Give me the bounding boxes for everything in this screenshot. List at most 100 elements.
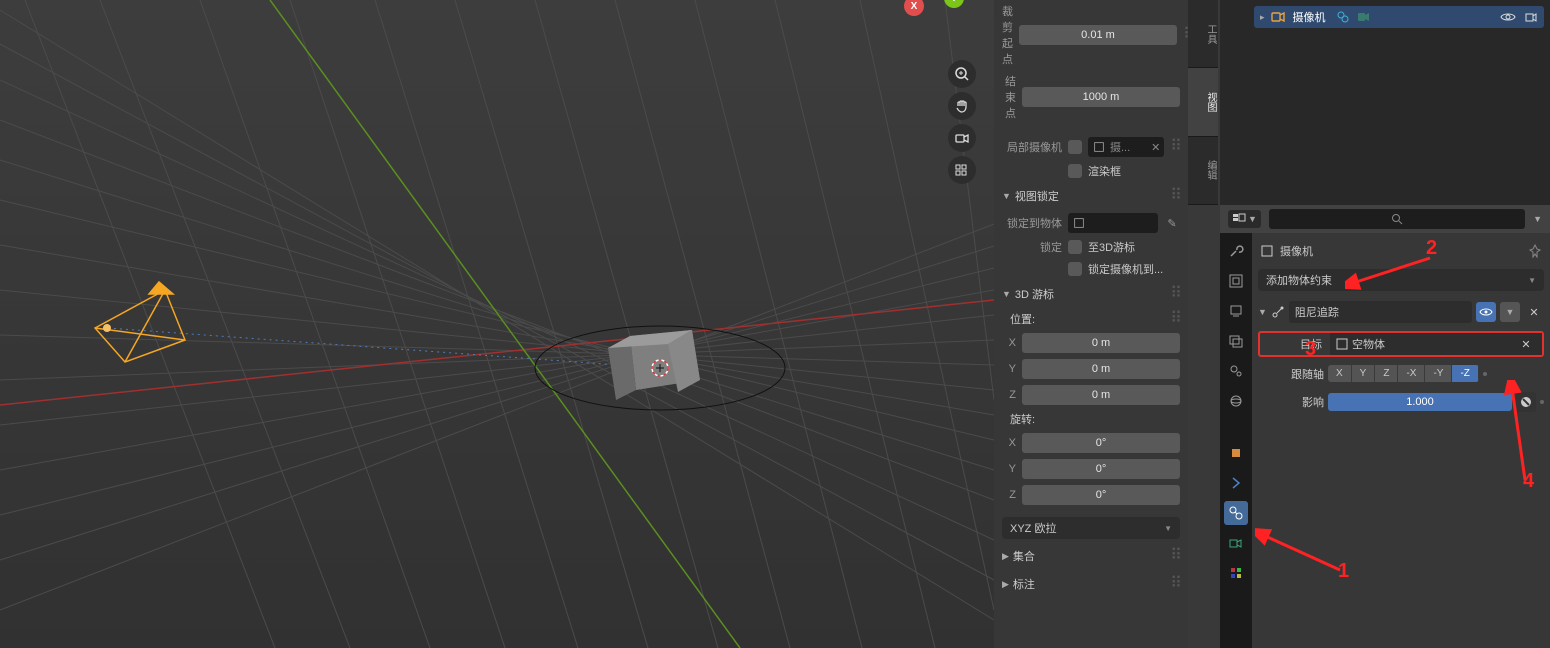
viewport-3d[interactable]: X Y — [0, 0, 994, 648]
cursor-rx[interactable] — [1022, 433, 1180, 453]
target-picker[interactable]: 空物体 ✕ — [1330, 333, 1542, 355]
constraint-extras-icon[interactable]: ▼ — [1500, 302, 1520, 322]
camera-view-icon[interactable] — [948, 124, 976, 152]
editor-type-selector[interactable]: ▼ — [1228, 210, 1261, 228]
options-dropdown-icon[interactable]: ▼ — [1533, 214, 1542, 224]
pin-icon[interactable] — [1528, 244, 1542, 258]
constraint-mute-icon[interactable] — [1476, 302, 1496, 322]
lock-cursor-checkbox[interactable] — [1068, 240, 1082, 254]
constraint-name-field[interactable]: 阻尼追踪 — [1289, 301, 1472, 323]
navigation-gizmo[interactable]: X Y — [914, 0, 974, 48]
keyframe-dot[interactable] — [1540, 400, 1544, 404]
constraint-link-icon — [1336, 10, 1350, 24]
constraint-close-icon[interactable]: ✕ — [1524, 302, 1544, 322]
ptab-data[interactable] — [1224, 531, 1248, 555]
pan-hand-icon[interactable] — [948, 92, 976, 120]
render-visibility-icon[interactable] — [1524, 10, 1538, 24]
clip-end-input[interactable] — [1022, 87, 1180, 107]
visibility-icon[interactable] — [1500, 11, 1516, 23]
lock-camera-checkbox[interactable] — [1068, 262, 1082, 276]
ptab-output[interactable] — [1224, 299, 1248, 323]
collection-section-header[interactable]: ▶ 集合 ⠿ — [994, 542, 1188, 570]
eyedropper-icon[interactable]: ✎ — [1164, 217, 1180, 230]
ptab-render[interactable] — [1224, 269, 1248, 293]
axis-x-button[interactable]: X — [1328, 365, 1352, 382]
outliner[interactable]: ▸ 摄像机 — [1220, 0, 1550, 205]
clip-start-input[interactable] — [1019, 25, 1177, 45]
ptab-world[interactable] — [1224, 389, 1248, 413]
constraint-header: ▼ 阻尼追踪 ▼ ✕ — [1258, 301, 1544, 323]
local-camera-label: 局部摄像机 — [1002, 139, 1062, 155]
object-icon — [1072, 216, 1086, 230]
viewport-grid — [0, 0, 994, 648]
track-axis-row: 跟随轴 X Y Z -X -Y -Z — [1258, 365, 1544, 382]
axis-ny-button[interactable]: -Y — [1425, 365, 1452, 382]
cursor-ry[interactable] — [1022, 459, 1180, 479]
outliner-item-label: 摄像机 — [1293, 9, 1326, 25]
close-icon[interactable]: ✕ — [1151, 141, 1160, 154]
ptab-object[interactable] — [1224, 441, 1248, 465]
track-axis-buttons: X Y Z -X -Y -Z — [1328, 365, 1479, 382]
zoom-icon[interactable] — [948, 60, 976, 88]
target-value: 空物体 — [1352, 336, 1385, 352]
ptab-tool[interactable] — [1224, 239, 1248, 263]
driver-icon[interactable] — [1516, 392, 1536, 412]
viewport-controls — [948, 60, 976, 184]
properties-body: 摄像机 添加物体约束▼ ▼ 阻尼追踪 ▼ ✕ 目标 空物体 ✕ 跟随轴 X Y … — [1252, 233, 1550, 648]
add-constraint-dropdown[interactable]: 添加物体约束▼ — [1258, 269, 1544, 291]
default-cube — [608, 330, 700, 400]
constraint-track-icon — [1271, 305, 1285, 319]
tab-view[interactable]: 视图 — [1188, 68, 1218, 136]
object-icon — [1260, 244, 1274, 258]
rotation-mode-dropdown[interactable]: XYZ 欧拉▼ — [1002, 517, 1180, 539]
object-icon — [1092, 140, 1106, 154]
axis-y-ball[interactable]: Y — [944, 0, 964, 8]
axis-z-button[interactable]: Z — [1375, 365, 1398, 382]
ptab-texture[interactable] — [1224, 561, 1248, 585]
ptab-modifier[interactable] — [1224, 471, 1248, 495]
local-camera-checkbox[interactable] — [1068, 140, 1082, 154]
properties-header: ▼ ▼ — [1220, 205, 1550, 233]
keyframe-dot[interactable] — [1483, 372, 1487, 376]
cursor-x[interactable] — [1022, 333, 1180, 353]
cursor-rz[interactable] — [1022, 485, 1180, 505]
chevron-down-icon[interactable]: ▼ — [1258, 307, 1267, 317]
influence-row: 影响 1.000 — [1258, 392, 1544, 412]
tab-edit[interactable]: 编辑 — [1188, 137, 1218, 205]
render-border-checkbox[interactable] — [1068, 164, 1082, 178]
influence-slider[interactable]: 1.000 — [1328, 393, 1512, 411]
n-panel: 裁剪起点 ⠿ 结束点 局部摄像机 摄... ✕ ⠿ 渲染框 ▼ 视图锁定 ⠿ 锁… — [994, 0, 1188, 648]
breadcrumb-label: 摄像机 — [1280, 243, 1313, 259]
annotation-section-header[interactable]: ▶ 标注 ⠿ — [994, 570, 1188, 598]
outliner-item-camera[interactable]: ▸ 摄像机 — [1254, 6, 1544, 28]
clip-end-label: 结束点 — [1002, 73, 1016, 121]
cursor-z[interactable] — [1022, 385, 1180, 405]
drag-grip-icon[interactable]: ⠿ — [1170, 143, 1180, 151]
tab-tool[interactable]: 工具 — [1188, 0, 1218, 68]
close-icon[interactable]: ✕ — [1516, 338, 1536, 351]
ptab-constraints[interactable] — [1224, 501, 1248, 525]
clip-start-label: 裁剪起点 — [1002, 3, 1013, 67]
expand-icon[interactable]: ▸ — [1260, 12, 1265, 23]
render-border-label: 渲染框 — [1088, 163, 1121, 179]
camera-icon — [1271, 10, 1287, 24]
ortho-view-icon[interactable] — [948, 156, 976, 184]
axis-nz-button[interactable]: -Z — [1452, 365, 1478, 382]
ptab-viewlayer[interactable] — [1224, 329, 1248, 353]
axis-x-ball[interactable]: X — [904, 0, 924, 16]
position-label: 位置: — [1002, 311, 1035, 327]
ptab-scene[interactable] — [1224, 359, 1248, 383]
influence-label: 影响 — [1258, 394, 1324, 410]
object-icon — [1336, 338, 1348, 350]
lock-object-picker[interactable] — [1068, 213, 1158, 233]
cursor-section-header[interactable]: ▼ 3D 游标 ⠿ — [994, 280, 1188, 308]
view-lock-header[interactable]: ▼ 视图锁定 ⠿ — [994, 182, 1188, 210]
local-camera-picker[interactable]: 摄... ✕ — [1088, 137, 1164, 157]
cursor-y[interactable] — [1022, 359, 1180, 379]
n-panel-tabs: 工具 视图 编辑 — [1188, 0, 1218, 205]
properties-tabs — [1220, 233, 1252, 648]
properties-search[interactable] — [1269, 209, 1525, 229]
axis-nx-button[interactable]: -X — [1398, 365, 1425, 382]
axis-y-button[interactable]: Y — [1352, 365, 1376, 382]
search-icon — [1391, 213, 1403, 225]
